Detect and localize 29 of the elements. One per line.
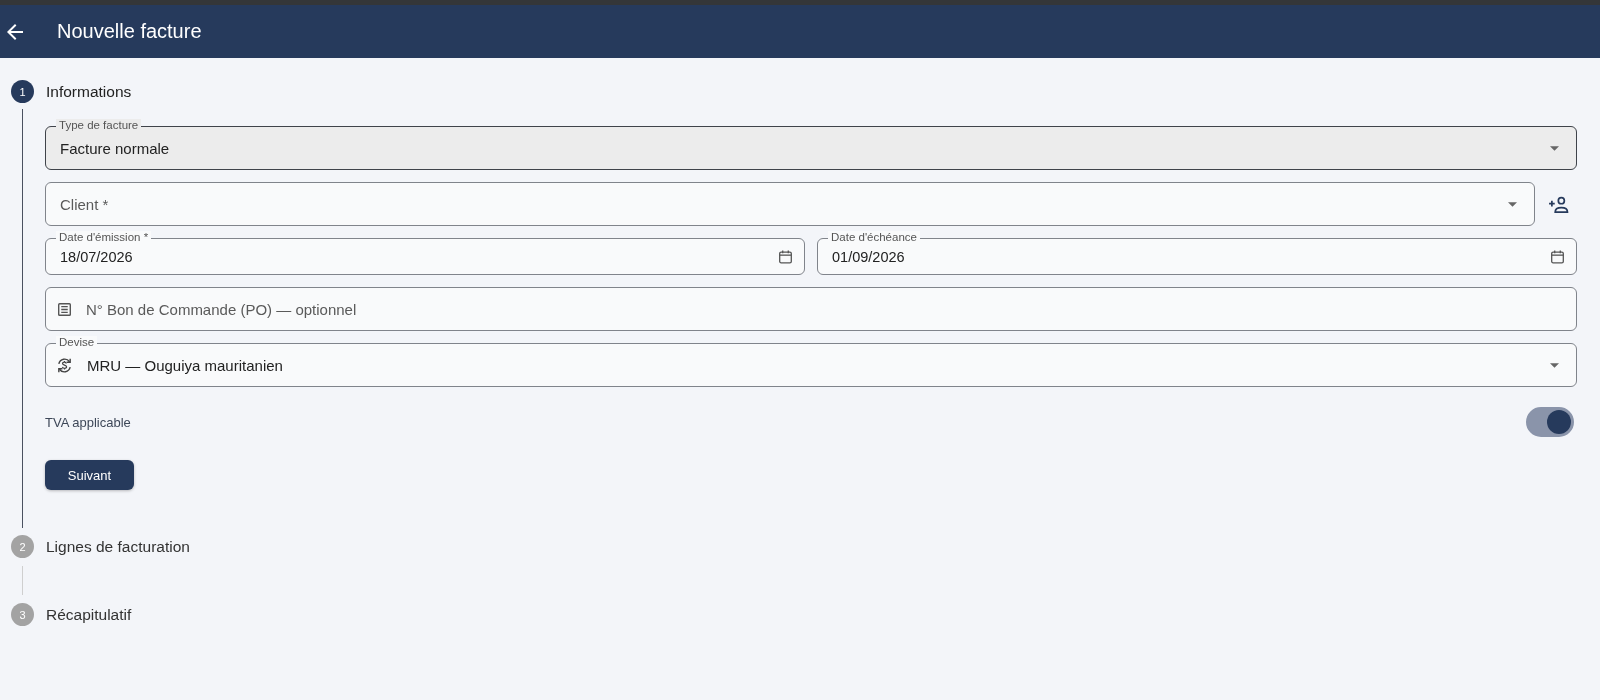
step-title[interactable]: Récapitulatif: [46, 605, 132, 624]
field-label: Date d'échéance: [828, 231, 920, 244]
app-bar-title: Nouvelle facture: [57, 20, 202, 43]
step-number[interactable]: 1: [11, 80, 34, 103]
calendar-icon[interactable]: [1551, 249, 1564, 264]
field-placeholder: N° Bon de Commande (PO) — optionnel: [86, 300, 358, 318]
back-arrow-icon[interactable]: [7, 23, 23, 40]
field-value: 01/09/2026: [832, 249, 906, 265]
step-title[interactable]: Informations: [46, 82, 132, 101]
field-label: Devise: [56, 336, 98, 349]
dropdown-caret-icon: [1508, 201, 1517, 207]
list-icon: [58, 302, 71, 316]
currency-exchange-icon: [56, 356, 73, 374]
field-label: Date d'émission *: [56, 231, 152, 244]
input-field[interactable]: N° Bon de Commande (PO) — optionnel: [45, 287, 1577, 331]
dropdown-field[interactable]: Client *: [45, 182, 1535, 226]
toggle-label: TVA applicable: [45, 414, 131, 430]
field-value: 18/07/2026: [60, 249, 134, 265]
field-value: Facture normale: [60, 139, 171, 157]
toggle-switch[interactable]: [1526, 407, 1574, 437]
dropdown-caret-icon: [1550, 145, 1559, 151]
next-button[interactable]: Suivant: [45, 460, 134, 490]
step-title[interactable]: Lignes de facturation: [46, 537, 190, 556]
add-person-icon[interactable]: [1548, 195, 1569, 213]
field-value: MRU — Ouguiya mauritanien: [87, 356, 284, 374]
field-placeholder: Client *: [60, 195, 110, 213]
field-label: Type de facture: [56, 119, 142, 132]
dropdown-caret-icon: [1550, 362, 1559, 368]
calendar-icon[interactable]: [779, 249, 792, 264]
